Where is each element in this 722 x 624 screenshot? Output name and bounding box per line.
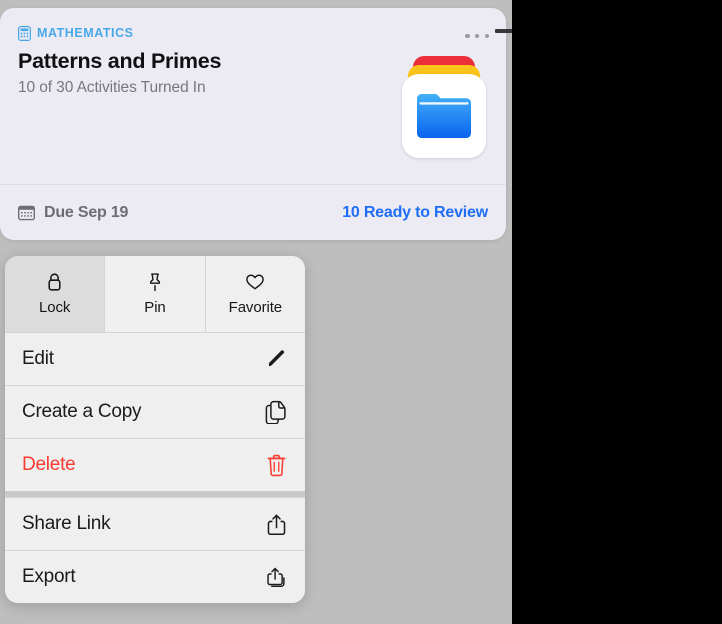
menu-action-lock[interactable]: Lock <box>5 256 105 332</box>
context-menu-action-row: Lock Pin Favorite <box>5 256 305 332</box>
menu-item-create-a-copy[interactable]: Create a Copy <box>5 385 305 438</box>
menu-item-delete[interactable]: Delete <box>5 438 305 491</box>
menu-item-edit[interactable]: Edit <box>5 332 305 385</box>
menu-item-label: Export <box>22 566 75 588</box>
folder-document-stack-icon <box>402 56 486 164</box>
menu-action-pin[interactable]: Pin <box>105 256 205 332</box>
ellipsis-dot <box>465 34 470 39</box>
context-menu-group: Share Link Export <box>5 491 305 603</box>
share-icon <box>264 512 288 536</box>
calculator-icon <box>18 26 31 41</box>
menu-item-share-link[interactable]: Share Link <box>5 497 305 550</box>
subject-row: MATHEMATICS <box>18 24 488 42</box>
menu-item-label: Create a Copy <box>22 401 141 423</box>
due-date-label: Due Sep 19 <box>44 204 128 222</box>
menu-action-label: Pin <box>144 299 165 316</box>
subject-label: MATHEMATICS <box>37 26 134 40</box>
menu-action-label: Favorite <box>229 299 282 316</box>
context-menu-group: Edit Create a Copy Delete <box>5 332 305 491</box>
ellipsis-dot <box>485 34 490 39</box>
menu-action-label: Lock <box>39 299 70 316</box>
trash-icon <box>264 453 288 477</box>
menu-action-favorite[interactable]: Favorite <box>206 256 305 332</box>
folder-icon <box>417 92 471 138</box>
menu-item-export[interactable]: Export <box>5 550 305 603</box>
ellipsis-icon[interactable] <box>462 28 492 44</box>
calendar-icon <box>18 205 35 221</box>
pin-icon <box>146 272 164 292</box>
assignment-card-footer: Due Sep 19 10 Ready to Review <box>0 184 506 240</box>
context-menu[interactable]: Lock Pin Favorite Edit <box>5 256 305 603</box>
duplicate-icon <box>264 400 288 424</box>
ellipsis-dot <box>475 34 480 39</box>
lock-icon <box>46 272 63 292</box>
heart-icon <box>245 272 265 292</box>
assignment-card[interactable]: MATHEMATICS Patterns and Primes 10 of 30… <box>0 8 506 240</box>
assignment-card-body: MATHEMATICS Patterns and Primes 10 of 30… <box>0 8 506 184</box>
pencil-icon <box>264 347 288 371</box>
ready-to-review-link[interactable]: 10 Ready to Review <box>342 204 488 222</box>
menu-item-label: Share Link <box>22 513 110 535</box>
due-date-group: Due Sep 19 <box>18 204 128 222</box>
menu-item-label: Edit <box>22 348 54 370</box>
export-icon <box>264 565 288 589</box>
offscreen-black-area <box>512 0 722 624</box>
menu-item-label: Delete <box>22 454 75 476</box>
